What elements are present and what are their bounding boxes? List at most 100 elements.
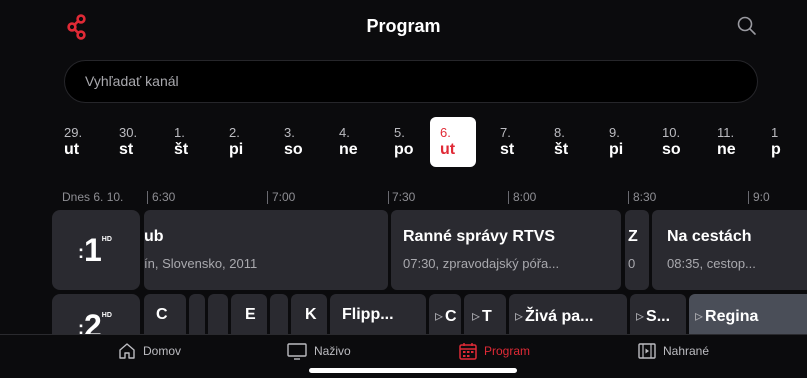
- time-label: 8:30: [633, 190, 657, 204]
- date-day: št: [174, 141, 189, 158]
- date-item[interactable]: 4. ne: [329, 117, 375, 167]
- date-item[interactable]: 29. ut: [54, 117, 100, 167]
- program-title: S...: [646, 308, 671, 325]
- program-title: Regina: [705, 308, 759, 325]
- program-cell[interactable]: ▹ C: [429, 294, 461, 334]
- time-label: 9:0: [753, 190, 770, 204]
- hd-badge: HD: [101, 312, 112, 319]
- date-day: p: [771, 141, 781, 158]
- tab-program[interactable]: Program: [458, 341, 530, 361]
- date-number: 4.: [339, 125, 350, 140]
- time-tick: [628, 191, 629, 204]
- program-cell[interactable]: [270, 294, 288, 334]
- calendar-icon: [459, 343, 477, 360]
- date-item[interactable]: 2. pi: [219, 117, 265, 167]
- date-day: st: [119, 141, 134, 158]
- time-ruler: Dnes 6. 10. 6:30 7:00 7:30 8:00 8:30 9:0: [0, 190, 807, 208]
- date-day: ne: [717, 141, 736, 158]
- program-title: Flipp...: [342, 306, 394, 323]
- tab-recorded[interactable]: Nahrané: [637, 341, 709, 361]
- program-subtitle: ín, Slovensko, 2011: [144, 256, 258, 271]
- time-label: 8:00: [513, 190, 537, 204]
- date-number: 5.: [394, 125, 405, 140]
- today-label: Dnes 6. 10.: [62, 190, 124, 204]
- tab-label: Domov: [143, 344, 182, 358]
- program-cell[interactable]: K: [291, 294, 327, 334]
- program-cell[interactable]: C: [144, 294, 186, 334]
- program-title: C: [445, 308, 457, 325]
- date-item[interactable]: 9. pi: [599, 117, 645, 167]
- date-number: 30.: [119, 125, 138, 140]
- date-item[interactable]: 8. št: [544, 117, 590, 167]
- play-triangle-icon: ▹: [435, 308, 444, 325]
- program-title: Z: [628, 228, 638, 245]
- date-number: 8.: [554, 125, 565, 140]
- tab-label: Naživo: [314, 344, 351, 358]
- program-cell[interactable]: Flipp...: [330, 294, 426, 334]
- date-item[interactable]: 30. st: [109, 117, 155, 167]
- program-cell[interactable]: Ranné správy RTVS 07:30, zpravodajský pó…: [391, 210, 621, 290]
- program-cell[interactable]: Z 0: [625, 210, 649, 290]
- date-day: ut: [64, 141, 80, 158]
- program-cell-current[interactable]: ▹ Regina: [689, 294, 807, 334]
- tab-home[interactable]: Domov: [117, 341, 181, 361]
- date-item[interactable]: 11. ne: [707, 117, 753, 167]
- date-item[interactable]: 10. so: [652, 117, 698, 167]
- time-tick: [748, 191, 749, 204]
- date-selector: 29. ut 30. st 1. št 2. pi 3. so 4. ne 5. po 6. u…: [54, 117, 807, 172]
- date-number: 6.: [440, 125, 451, 140]
- tab-label: Program: [484, 344, 531, 358]
- date-number: 9.: [609, 125, 620, 140]
- time-label: 6:30: [152, 190, 176, 204]
- program-cell[interactable]: ub ín, Slovensko, 2011: [144, 210, 388, 290]
- date-day: ne: [339, 141, 358, 158]
- date-number: 1.: [174, 125, 185, 140]
- channel-1-logo-icon: :1HD: [78, 232, 112, 268]
- program-cell[interactable]: ▹ T: [464, 294, 506, 334]
- date-number: 10.: [662, 125, 681, 140]
- date-item[interactable]: 7. st: [490, 117, 536, 167]
- program-cell[interactable]: Na cestách 08:35, cestop...: [652, 210, 807, 290]
- date-item[interactable]: 5. po: [384, 117, 430, 167]
- time-tick: [388, 191, 389, 204]
- film-icon: [638, 343, 656, 359]
- time-tick: [267, 191, 268, 204]
- program-title: Na cestách: [667, 228, 752, 245]
- tab-label: Nahrané: [663, 344, 710, 358]
- play-triangle-icon: ▹: [695, 308, 704, 325]
- channel-search-input[interactable]: Vyhľadať kanál: [64, 60, 758, 103]
- program-title: Živá pa...: [525, 308, 594, 325]
- channel-logo[interactable]: :2HD: [52, 294, 140, 334]
- date-number: 1: [771, 125, 779, 140]
- channel-logo-number: 1: [84, 232, 102, 268]
- program-title: C: [156, 306, 168, 323]
- date-number: 11.: [717, 125, 735, 140]
- program-subtitle: 07:30, zpravodajský póřa...: [403, 256, 560, 271]
- date-day: pi: [609, 141, 624, 158]
- time-label: 7:00: [272, 190, 296, 204]
- date-item[interactable]: 1. št: [164, 117, 210, 167]
- channel-row: :2HD C E K Flipp... ▹ C ▹ T ▹ Živá pa... ▹ S…: [52, 294, 807, 334]
- channel-logo[interactable]: :1HD: [52, 210, 140, 290]
- channel-row: :1HD ub ín, Slovensko, 2011 Ranné správy…: [52, 210, 807, 290]
- date-number: 3.: [284, 125, 295, 140]
- home-indicator[interactable]: [309, 368, 517, 373]
- search-icon[interactable]: [735, 14, 759, 38]
- tab-live[interactable]: Naživo: [286, 341, 351, 361]
- program-title: T: [482, 308, 492, 325]
- program-title: E: [245, 306, 256, 323]
- date-number: 2.: [229, 125, 240, 140]
- hd-badge: HD: [101, 236, 112, 243]
- date-item[interactable]: 3. so: [274, 117, 320, 167]
- program-cell[interactable]: ▹ S...: [630, 294, 686, 334]
- program-cell[interactable]: [208, 294, 228, 334]
- program-cell[interactable]: E: [231, 294, 267, 334]
- program-title: Ranné správy RTVS: [403, 228, 556, 245]
- date-item-selected[interactable]: 6. ut: [430, 117, 476, 167]
- program-cell[interactable]: ▹ Živá pa...: [509, 294, 627, 334]
- time-label: 7:30: [392, 190, 416, 204]
- play-triangle-icon: ▹: [472, 308, 481, 325]
- date-item[interactable]: 1p: [761, 117, 807, 167]
- play-triangle-icon: ▹: [636, 308, 645, 325]
- program-cell[interactable]: [189, 294, 205, 334]
